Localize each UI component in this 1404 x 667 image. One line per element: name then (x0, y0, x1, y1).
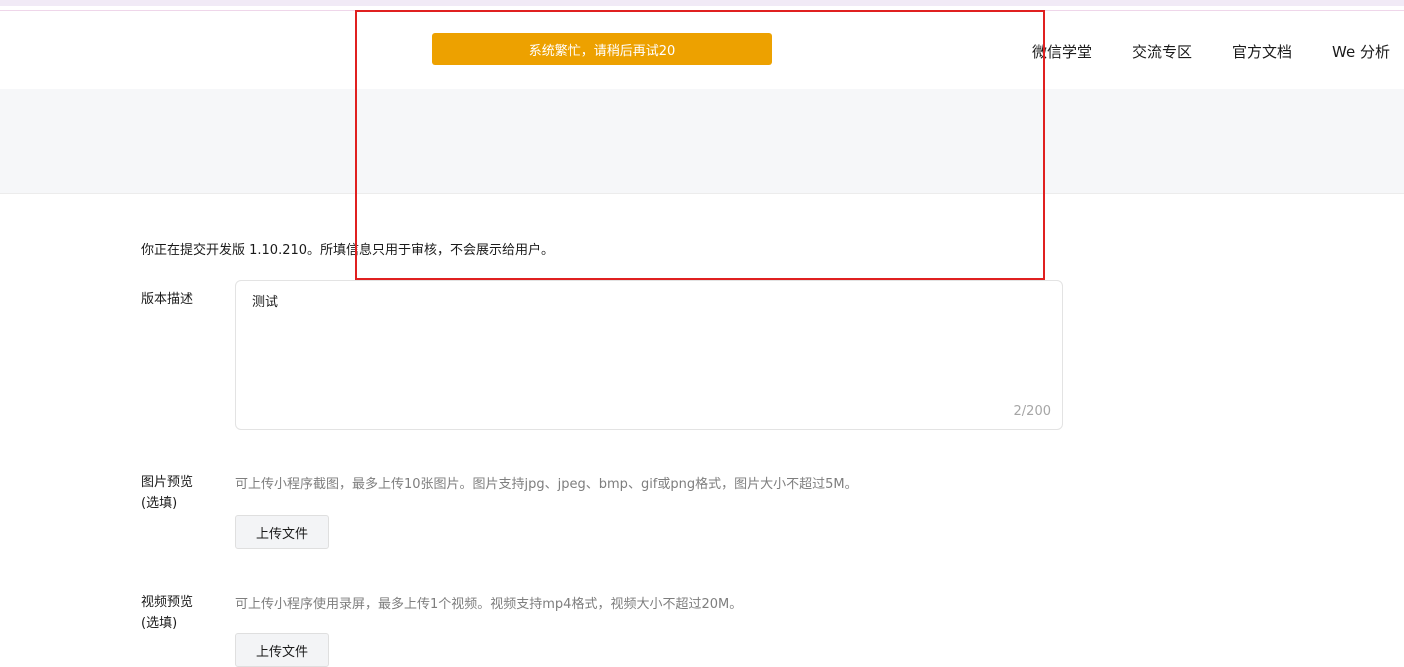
description-value: 测试 (252, 295, 279, 310)
video-preview-label-title: 视频预览 (141, 595, 194, 610)
image-preview-hint: 可上传小程序截图，最多上传10张图片。图片支持jpg、jpeg、bmp、gif或… (235, 477, 858, 492)
video-preview-label: 视频预览 (选填) (141, 592, 193, 634)
highlight-annotation-box (355, 10, 1045, 280)
image-preview-label-title: 图片预览 (141, 475, 194, 490)
image-preview-label-optional: (选填) (141, 496, 178, 511)
image-preview-label: 图片预览 (选填) (141, 472, 193, 514)
top-nav: 微信学堂 交流专区 官方文档 We 分析 (1032, 41, 1404, 62)
video-preview-hint: 可上传小程序使用录屏，最多上传1个视频。视频支持mp4格式，视频大小不超过20M… (235, 597, 743, 612)
image-upload-button[interactable]: 上传文件 (235, 515, 329, 549)
description-textarea[interactable]: 测试 2/200 (235, 280, 1063, 430)
char-counter: 2/200 (1013, 404, 1051, 419)
video-preview-label-optional: (选填) (141, 616, 178, 631)
description-label: 版本描述 (141, 292, 194, 307)
nav-item-docs[interactable]: 官方文档 (1232, 41, 1292, 62)
nav-item-we-analytics[interactable]: We 分析 (1332, 41, 1390, 62)
nav-item-community[interactable]: 交流专区 (1132, 41, 1192, 62)
top-strip (0, 0, 1404, 6)
